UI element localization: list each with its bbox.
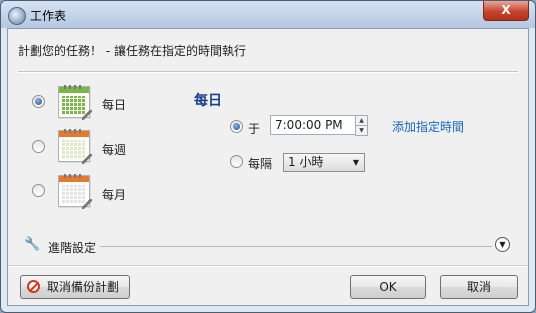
calendar-monthly-icon xyxy=(58,174,92,209)
time-spinner[interactable]: ▲ ▼ xyxy=(355,115,368,136)
option-monthly-label: 每月 xyxy=(102,188,127,202)
cancel-button[interactable]: 取消 xyxy=(440,275,518,299)
spin-down-icon[interactable]: ▼ xyxy=(355,125,368,136)
title-bar: 工作表 X xyxy=(1,1,535,28)
at-label: 于 xyxy=(248,122,261,136)
interval-select[interactable]: 1 小時 ▼ xyxy=(283,153,365,172)
app-icon xyxy=(8,7,26,25)
advanced-divider xyxy=(100,246,492,247)
calendar-weekly-icon xyxy=(58,129,92,164)
add-time-link[interactable]: 添加指定時間 xyxy=(392,118,464,135)
wrench-icon: 🔧 xyxy=(24,237,41,252)
radio-monthly[interactable] xyxy=(32,184,45,197)
dialog-content: 計劃您的任務！ - 讓任務在指定的時間執行 每日 每週 每月 每日 于 7:00… xyxy=(7,28,529,306)
schedule-title: 每日 xyxy=(194,93,222,109)
cancel-backup-plan-button[interactable]: 取消備份計劃 xyxy=(20,275,130,299)
radio-every[interactable] xyxy=(230,155,243,168)
radio-daily[interactable] xyxy=(32,95,45,108)
interval-value: 1 小時 xyxy=(288,155,324,169)
expand-chevron-icon[interactable]: ▼ xyxy=(495,237,510,252)
advanced-settings-label[interactable]: 進階設定 xyxy=(48,239,96,256)
subtitle: 計劃您的任務！ - 讓任務在指定的時間執行 xyxy=(18,44,246,58)
time-input[interactable]: 7:00:00 PM xyxy=(270,115,356,135)
dialog-window: 工作表 X 計劃您的任務！ - 讓任務在指定的時間執行 每日 每週 每月 每日 … xyxy=(0,0,536,313)
close-button[interactable]: X xyxy=(483,1,529,21)
calendar-daily-icon xyxy=(58,85,92,120)
divider xyxy=(18,71,518,73)
window-title: 工作表 xyxy=(30,9,67,23)
every-label: 每隔 xyxy=(248,157,273,171)
option-daily-label: 每日 xyxy=(102,98,127,112)
chevron-down-icon: ▼ xyxy=(352,158,359,167)
radio-at-time[interactable] xyxy=(230,120,243,133)
option-weekly-label: 每週 xyxy=(102,143,127,157)
ok-button[interactable]: OK xyxy=(350,275,426,299)
cancel-backup-plan-label: 取消備份計劃 xyxy=(47,280,120,294)
prohibit-icon xyxy=(27,280,40,293)
radio-weekly[interactable] xyxy=(32,140,45,153)
footer-divider xyxy=(8,265,528,267)
